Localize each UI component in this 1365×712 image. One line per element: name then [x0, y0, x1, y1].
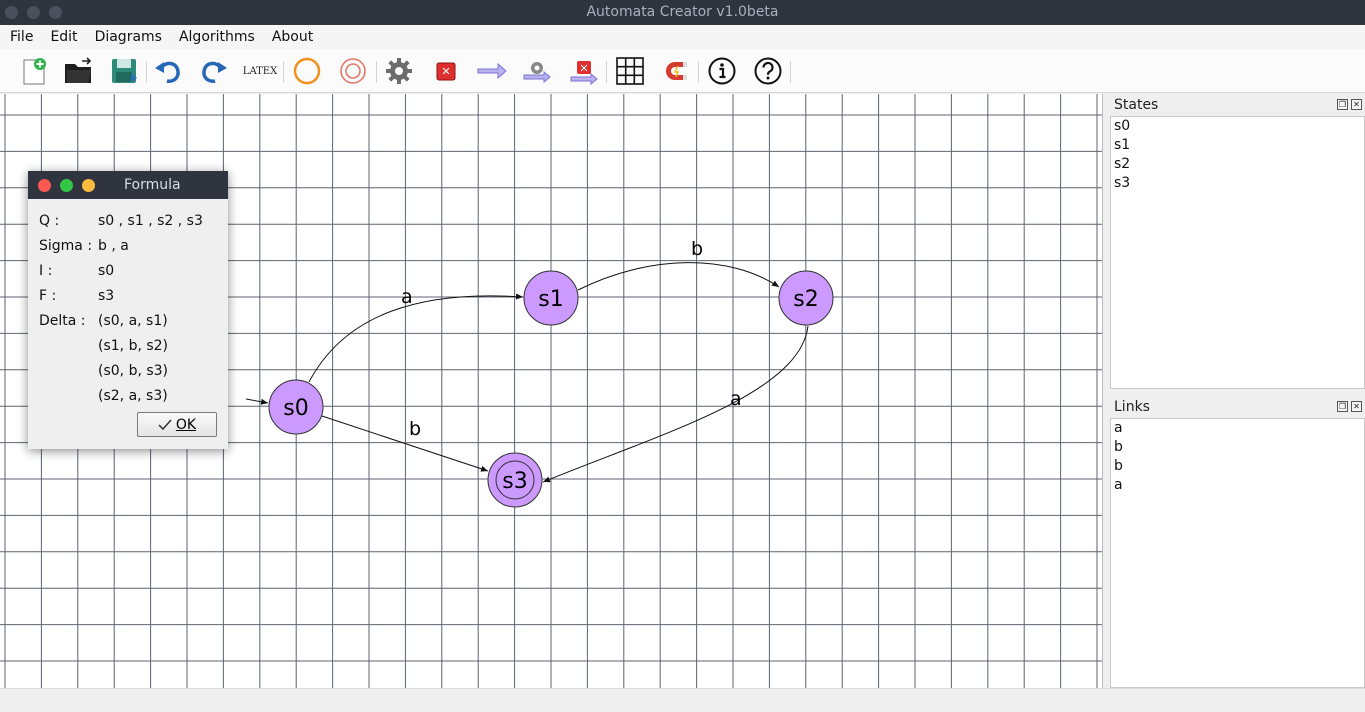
- list-item[interactable]: b: [1111, 457, 1364, 476]
- title-bar: Automata Creator v1.0beta: [0, 0, 1365, 25]
- link-settings-icon[interactable]: [521, 55, 553, 87]
- menu-edit[interactable]: Edit: [40, 29, 84, 45]
- save-icon[interactable]: [108, 55, 140, 87]
- sigma-label: Sigma :: [39, 238, 93, 254]
- final-label: F :: [39, 288, 57, 304]
- toolbar: LATEX: [0, 49, 1365, 93]
- state-icon[interactable]: [291, 55, 323, 87]
- initial-arrow: [245, 398, 269, 405]
- q-value: s0 , s1 , s2 , s3: [98, 213, 203, 229]
- list-item[interactable]: s1: [1111, 136, 1364, 155]
- window-close-dot[interactable]: [5, 6, 18, 19]
- list-item[interactable]: a: [1111, 476, 1364, 495]
- state-node[interactable]: s0: [268, 379, 324, 435]
- formula-dialog: Formula Q : s0 , s1 , s2 , s3 Sigma : b …: [28, 171, 228, 449]
- initial-label: I :: [39, 263, 53, 279]
- edge-s0-s1[interactable]: [308, 293, 524, 383]
- dialog-maximize-button[interactable]: [60, 179, 73, 192]
- dialog-close-button[interactable]: [38, 179, 51, 192]
- info-icon[interactable]: [706, 55, 738, 87]
- main-window: Automata Creator v1.0beta File Edit Diag…: [0, 0, 1365, 712]
- list-item[interactable]: s0: [1111, 117, 1364, 136]
- states-dock-title: States ❐ ✕: [1110, 94, 1365, 116]
- new-file-icon[interactable]: [18, 55, 50, 87]
- help-icon[interactable]: [752, 55, 784, 87]
- redo-icon[interactable]: [198, 55, 230, 87]
- links-list: a b b a: [1110, 418, 1365, 688]
- state-label: s2: [793, 287, 818, 312]
- link-label: a: [730, 388, 742, 410]
- list-item[interactable]: s2: [1111, 155, 1364, 174]
- menu-file[interactable]: File: [0, 29, 40, 45]
- list-item[interactable]: b: [1111, 438, 1364, 457]
- links-dock-title: Links ❐ ✕: [1110, 396, 1365, 418]
- float-dock-icon[interactable]: ❐: [1337, 401, 1348, 412]
- status-bar: [0, 688, 1365, 712]
- states-list: s0 s1 s2 s3: [1110, 116, 1365, 389]
- window-title: Automata Creator v1.0beta: [586, 4, 779, 20]
- link-label: a: [401, 286, 413, 308]
- grid-icon[interactable]: [614, 55, 646, 87]
- edge-s1-s2[interactable]: [577, 262, 780, 291]
- ok-button-label: OK: [175, 416, 197, 433]
- magnet-icon[interactable]: [660, 55, 692, 87]
- list-item[interactable]: s3: [1111, 174, 1364, 193]
- state-label: s0: [283, 396, 308, 421]
- delta-value: (s0, b, s3): [98, 363, 169, 379]
- initial-value: s0: [98, 263, 115, 279]
- sigma-value: b , a: [98, 238, 129, 254]
- state-node[interactable]: s2: [778, 270, 834, 326]
- link-label: b: [409, 418, 421, 440]
- link-label: b: [691, 238, 703, 260]
- delta-label: Delta :: [39, 313, 86, 329]
- link-arrow-icon[interactable]: [475, 55, 507, 87]
- state-label: s1: [538, 287, 563, 312]
- states-dock: States ❐ ✕ s0 s1 s2 s3: [1110, 94, 1365, 389]
- latex-icon[interactable]: LATEX: [243, 55, 277, 87]
- window-maximize-dot[interactable]: [49, 6, 62, 19]
- links-dock: Links ❐ ✕ a b b a: [1110, 396, 1365, 688]
- delta-value: (s1, b, s2): [98, 338, 169, 354]
- undo-icon[interactable]: [152, 55, 184, 87]
- open-file-icon[interactable]: [62, 55, 94, 87]
- edge-s2-s3[interactable]: [542, 325, 809, 483]
- dialog-minimize-button[interactable]: [82, 179, 95, 192]
- window-minimize-dot[interactable]: [27, 6, 40, 19]
- delta-value: (s0, a, s1): [98, 313, 168, 329]
- menu-about[interactable]: About: [262, 29, 320, 45]
- final-state-icon[interactable]: [337, 55, 369, 87]
- list-item[interactable]: a: [1111, 419, 1364, 438]
- checkmark-icon: [158, 419, 172, 430]
- final-value: s3: [98, 288, 115, 304]
- menu-diagrams[interactable]: Diagrams: [85, 29, 169, 45]
- menu-bar: File Edit Diagrams Algorithms About: [0, 25, 1365, 49]
- q-label: Q :: [39, 213, 60, 229]
- ok-button[interactable]: OK: [137, 412, 217, 437]
- formula-dialog-titlebar: Formula: [28, 171, 228, 199]
- delete-icon[interactable]: [430, 55, 462, 87]
- close-dock-icon[interactable]: ✕: [1351, 401, 1362, 412]
- state-node[interactable]: s1: [523, 270, 579, 326]
- state-label: s3: [502, 469, 527, 494]
- float-dock-icon[interactable]: ❐: [1337, 99, 1348, 110]
- menu-algorithms[interactable]: Algorithms: [169, 29, 262, 45]
- delete-link-icon[interactable]: [568, 55, 600, 87]
- dialog-title: Formula: [124, 177, 181, 193]
- dock-splitter[interactable]: [1103, 94, 1110, 688]
- final-state-node[interactable]: s3: [487, 452, 543, 508]
- delta-value: (s2, a, s3): [98, 388, 168, 404]
- settings-gear-icon[interactable]: [383, 55, 415, 87]
- close-dock-icon[interactable]: ✕: [1351, 99, 1362, 110]
